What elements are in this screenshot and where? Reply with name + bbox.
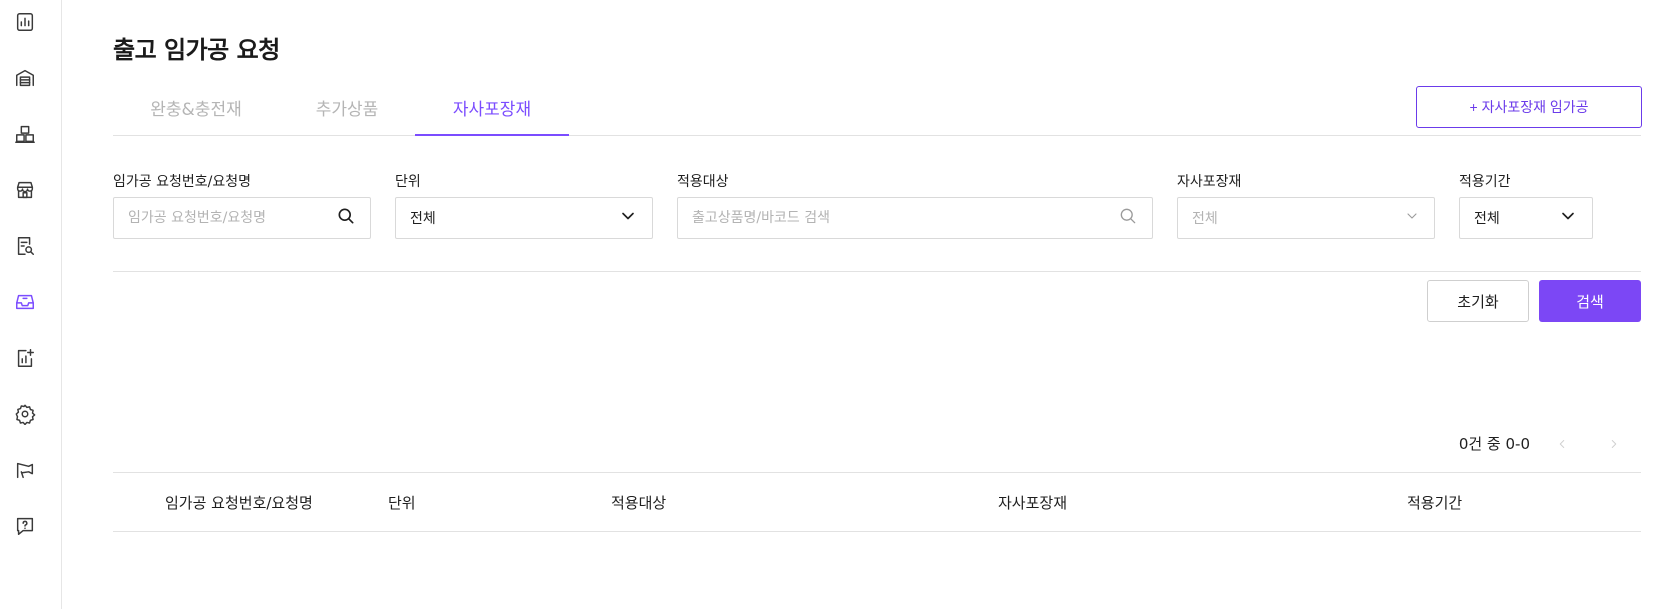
chart-icon[interactable]: [13, 10, 37, 34]
chevron-right-icon[interactable]: [1604, 434, 1624, 454]
request-filter-label: 임가공 요청번호/요청명: [113, 174, 251, 190]
reset-button[interactable]: 초기화: [1427, 280, 1529, 322]
store-icon[interactable]: [13, 178, 37, 202]
boxes-icon[interactable]: [13, 122, 37, 146]
packaging-select-value: 전체: [1192, 211, 1218, 227]
megaphone-icon[interactable]: [13, 458, 37, 482]
tab-additional-products[interactable]: 추가상품: [279, 92, 415, 136]
chevron-left-icon[interactable]: [1552, 434, 1572, 454]
target-search-input[interactable]: [692, 210, 1118, 226]
column-header-unit: 단위: [388, 494, 416, 512]
page-title: 출고 임가공 요청: [113, 36, 280, 64]
column-header-packaging: 자사포장재: [998, 494, 1068, 512]
search-button[interactable]: 검색: [1539, 280, 1641, 322]
help-chat-icon[interactable]: [13, 514, 37, 538]
add-packaging-processing-button[interactable]: + 자사포장재 임가공: [1416, 86, 1642, 128]
period-select[interactable]: 전체: [1459, 197, 1593, 239]
unit-select[interactable]: 전체: [395, 197, 653, 239]
pagination-info: 0건 중 0-0: [1458, 435, 1530, 453]
inbox-icon[interactable]: [13, 290, 37, 314]
table-header: 임가공 요청번호/요청명 단위 적용대상 자사포장재 적용기간: [113, 472, 1641, 532]
tab-cushion-filler[interactable]: 완충&충전재: [113, 92, 279, 136]
tab-own-packaging[interactable]: 자사포장재: [415, 92, 569, 136]
column-header-period: 적용기간: [1407, 494, 1463, 512]
filter-divider: [113, 271, 1641, 272]
unit-select-value: 전체: [410, 211, 436, 227]
request-search-input[interactable]: [128, 210, 336, 226]
period-select-value: 전체: [1474, 211, 1500, 227]
period-filter-label: 적용기간: [1459, 174, 1511, 190]
report-add-icon[interactable]: [13, 346, 37, 370]
chevron-down-icon: [618, 206, 638, 230]
packaging-filter-label: 자사포장재: [1177, 174, 1242, 190]
packaging-select[interactable]: 전체: [1177, 197, 1435, 239]
target-search-field: [677, 197, 1153, 239]
warehouse-icon[interactable]: [13, 66, 37, 90]
chevron-down-icon: [1404, 208, 1420, 228]
search-icon[interactable]: [336, 206, 356, 230]
column-header-request: 임가공 요청번호/요청명: [165, 494, 313, 512]
tab-bar: 완충&충전재 추가상품 자사포장재: [113, 92, 1641, 136]
gear-icon[interactable]: [13, 402, 37, 426]
sidebar: [0, 0, 62, 609]
unit-filter-label: 단위: [395, 174, 421, 190]
search-icon[interactable]: [1118, 206, 1138, 230]
request-search-field: [113, 197, 371, 239]
chevron-down-icon: [1558, 206, 1578, 230]
document-search-icon[interactable]: [13, 234, 37, 258]
target-filter-label: 적용대상: [677, 174, 729, 190]
column-header-target: 적용대상: [611, 494, 667, 512]
